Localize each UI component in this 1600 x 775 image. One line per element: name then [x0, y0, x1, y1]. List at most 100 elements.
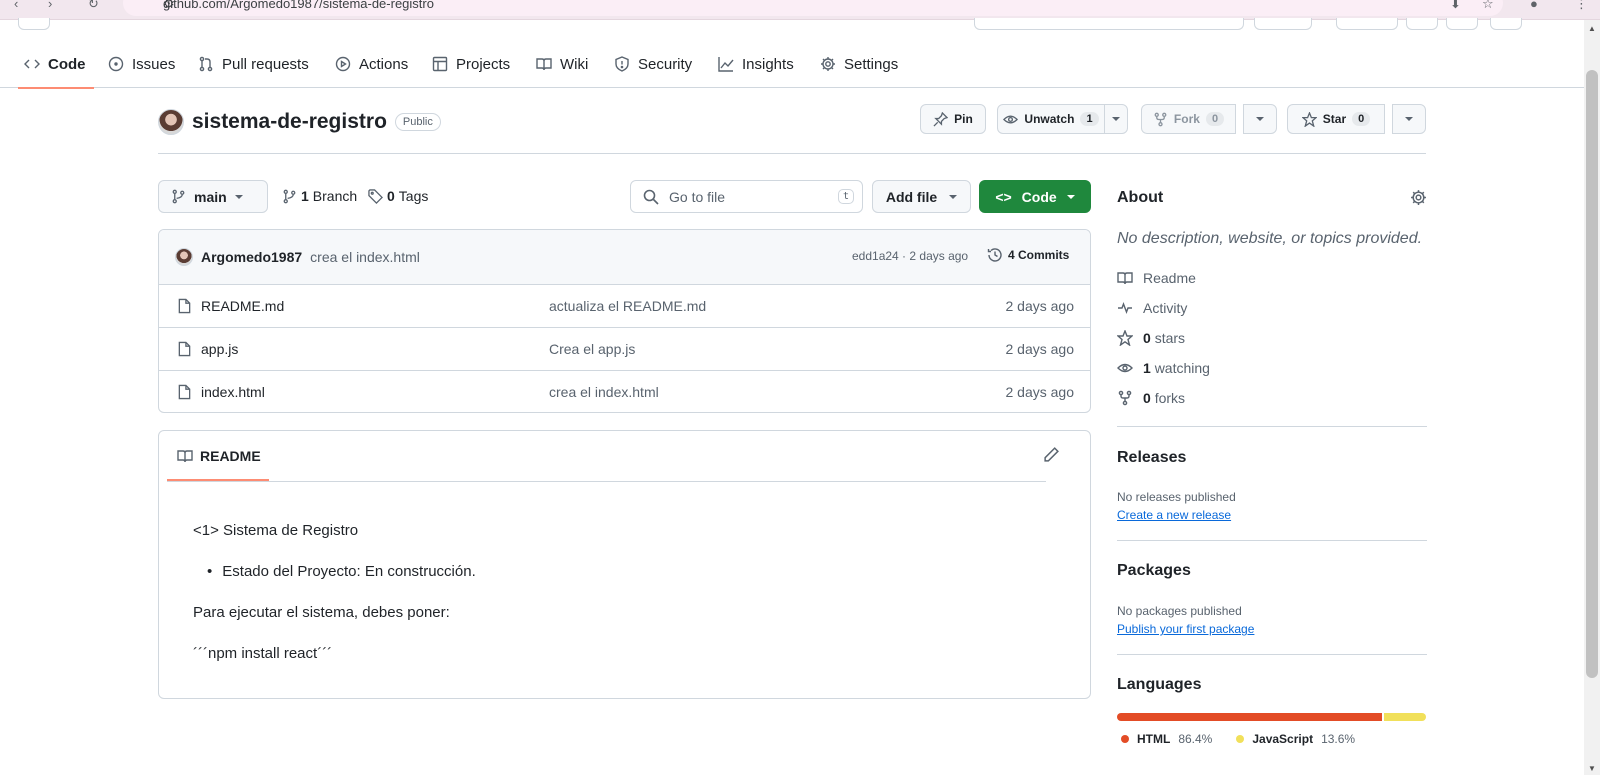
readme-list: Estado del Proyecto: En construcción. [207, 562, 475, 582]
page-scrollbar[interactable]: ▲ ▼ [1584, 20, 1600, 775]
sidebar-divider [1117, 426, 1427, 427]
download-icon[interactable]: ⬇ [1450, 0, 1461, 10]
watching-link[interactable]: 1 watching [1117, 360, 1210, 376]
file-name-link[interactable]: index.html [177, 384, 265, 400]
repo-name[interactable]: sistema-de-registro [192, 110, 387, 134]
tab-wiki[interactable]: Wiki [536, 40, 588, 88]
branch-selector[interactable]: main [158, 180, 268, 213]
file-name-link[interactable]: app.js [177, 341, 238, 357]
forward-icon[interactable]: › [48, 0, 52, 10]
pin-button[interactable]: Pin [920, 104, 986, 134]
commits-link[interactable]: 4 Commits [987, 247, 1069, 263]
star-button[interactable]: Star 0 [1287, 104, 1385, 134]
file-icon [178, 384, 191, 400]
fork-dropdown-button[interactable] [1243, 104, 1277, 134]
watch-dropdown-button[interactable] [1104, 104, 1128, 134]
pencil-icon [1044, 447, 1059, 462]
header-copilot-button[interactable] [1336, 18, 1398, 30]
readme-link[interactable]: Readme [1117, 270, 1196, 286]
go-to-file-input[interactable]: Go to file t [630, 180, 863, 213]
file-commit-message[interactable]: crea el index.html [549, 384, 659, 400]
commit-message[interactable]: crea el index.html [310, 249, 420, 265]
reload-icon[interactable]: ↻ [88, 0, 99, 10]
header-pulls-button[interactable] [1446, 18, 1478, 30]
readme-paragraph: Para ejecutar el sistema, debes poner: [193, 604, 450, 621]
create-release-link[interactable]: Create a new release [1117, 508, 1231, 522]
tab-security[interactable]: Security [614, 40, 692, 88]
branch-label: Branch [312, 188, 358, 204]
gear-icon [821, 57, 835, 71]
header-menu-button[interactable] [18, 18, 50, 30]
activity-link-label: Activity [1143, 300, 1188, 316]
readme-tab[interactable]: README [167, 448, 269, 481]
language-color-dot [1236, 735, 1245, 743]
file-commit-message[interactable]: actualiza el README.md [549, 298, 706, 314]
language-percent: 86.4% [1178, 732, 1213, 746]
git-pull-request-icon [199, 56, 213, 72]
commits-count: 4 Commits [1008, 248, 1070, 262]
tags-link[interactable]: 0 Tags [368, 188, 428, 204]
tab-label: Settings [844, 55, 899, 73]
about-heading: About [1117, 189, 1164, 206]
code-icon: <> [995, 188, 1012, 205]
back-icon[interactable]: ‹ [14, 0, 18, 10]
forks-link[interactable]: 0 forks [1117, 390, 1185, 406]
bookmark-star-icon[interactable]: ☆ [1482, 0, 1494, 10]
tab-issues[interactable]: Issues [108, 40, 175, 88]
unwatch-label: Unwatch [1024, 112, 1075, 126]
code-button[interactable]: <> Code [979, 180, 1091, 213]
file-date: 2 days ago [1005, 384, 1075, 400]
profile-avatar[interactable]: ● [1530, 0, 1538, 10]
file-date: 2 days ago [1005, 298, 1075, 314]
commit-author[interactable]: Argomedo1987 [201, 249, 302, 265]
tab-settings[interactable]: Settings [820, 40, 898, 88]
search-icon [643, 189, 659, 205]
header-inbox-button[interactable] [1490, 18, 1522, 30]
author-avatar[interactable] [175, 248, 193, 266]
file-commit-message[interactable]: Crea el app.js [549, 341, 635, 357]
edit-readme-button[interactable] [1043, 446, 1060, 466]
browser-chrome: ‹ › ↻ ⚙ github.com/Argomedo1987/sistema-… [0, 0, 1600, 20]
tag-count: 0 [387, 188, 395, 204]
packages-heading[interactable]: Packages [1117, 562, 1191, 580]
activity-link[interactable]: Activity [1117, 300, 1187, 316]
header-search[interactable] [974, 18, 1244, 30]
add-file-button[interactable]: Add file [872, 180, 971, 213]
tab-code[interactable]: Code [18, 40, 93, 89]
address-bar[interactable]: ⚙ github.com/Argomedo1987/sistema-de-reg… [123, 0, 1503, 16]
scrollbar-thumb[interactable] [1586, 70, 1598, 678]
publish-package-link[interactable]: Publish your first package [1117, 622, 1254, 636]
stars-link[interactable]: 0 stars [1117, 330, 1185, 346]
list-item: Estado del Proyecto: En construcción. [207, 562, 475, 582]
language-item-javascript[interactable]: JavaScript 13.6% [1236, 732, 1355, 746]
tab-label: Insights [742, 55, 794, 73]
language-item-html[interactable]: HTML 86.4% [1121, 732, 1212, 746]
watching-count: 1 [1143, 360, 1151, 376]
releases-empty-text: No releases published [1117, 490, 1236, 504]
header-issues-button[interactable] [1406, 18, 1438, 30]
tab-actions[interactable]: Actions [335, 40, 408, 88]
owner-avatar[interactable] [158, 109, 184, 135]
scroll-up-icon[interactable]: ▲ [1588, 24, 1596, 33]
star-dropdown-button[interactable] [1392, 104, 1426, 134]
edit-about-button[interactable] [1410, 189, 1427, 209]
unwatch-button[interactable]: Unwatch 1 [997, 104, 1105, 134]
readme-link-label: Readme [1143, 270, 1196, 286]
tab-projects[interactable]: Projects [432, 40, 510, 88]
browser-menu-icon[interactable]: ⋮ [1575, 0, 1588, 10]
eye-icon [1003, 115, 1019, 123]
issue-opened-icon [108, 56, 124, 72]
chevron-down-icon [949, 194, 958, 199]
git-branch-icon [172, 189, 185, 204]
tab-insights[interactable]: Insights [718, 40, 794, 88]
readme-code-line: ´´´npm install react´´´ [193, 645, 333, 662]
releases-heading[interactable]: Releases [1117, 449, 1186, 467]
scroll-down-icon[interactable]: ▼ [1588, 764, 1596, 773]
file-name-link[interactable]: README.md [177, 298, 284, 314]
tab-pull-requests[interactable]: Pull requests [198, 40, 309, 88]
language-bar-html [1117, 713, 1383, 721]
branches-link[interactable]: 1 Branch [282, 188, 357, 204]
header-create-button[interactable] [1254, 18, 1312, 30]
fork-button[interactable]: Fork 0 [1141, 104, 1236, 134]
commit-hash[interactable]: edd1a24 · 2 days ago [852, 249, 968, 263]
